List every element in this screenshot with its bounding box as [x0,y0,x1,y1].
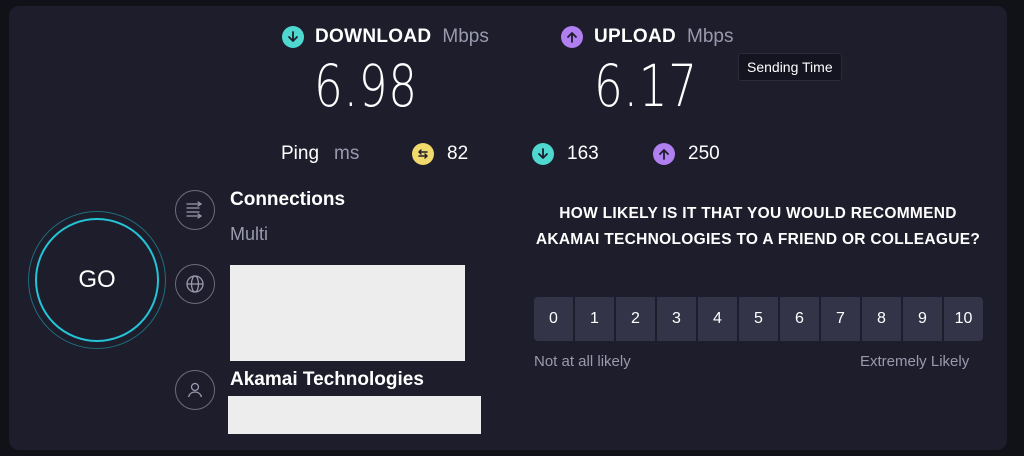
connections-title: Connections [230,189,346,210]
arrow-down-circle-icon [282,26,304,48]
ping-label: Ping [281,143,320,164]
upload-latency-icon [653,143,675,165]
upload-speed-value: 6.17 [594,52,698,120]
rating-option-8[interactable]: 8 [862,297,901,341]
rating-option-2[interactable]: 2 [616,297,655,341]
user-icon [175,370,215,410]
rating-option-4[interactable]: 4 [698,297,737,341]
provider-title: Akamai Technologies [230,369,424,390]
ping-download-value: 163 [567,143,599,164]
rating-option-6[interactable]: 6 [780,297,819,341]
scale-high-label: Extremely Likely [860,353,970,370]
rating-option-10[interactable]: 10 [944,297,983,341]
server-name-redacted [230,265,465,361]
upload-unit: Mbps [687,26,734,47]
upload-label: UPLOAD [594,26,677,47]
download-label: DOWNLOAD [315,26,432,47]
connections-icon [175,190,215,230]
rating-option-9[interactable]: 9 [903,297,942,341]
survey-question: HOW LIKELY IS IT THAT YOU WOULD RECOMMEN… [535,205,981,248]
rating-option-3[interactable]: 3 [657,297,696,341]
download-unit: Mbps [442,26,489,47]
rating-option-0[interactable]: 0 [534,297,573,341]
rating-option-7[interactable]: 7 [821,297,860,341]
rating-option-1[interactable]: 1 [575,297,614,341]
upload-header: UPLOAD Mbps [561,26,734,48]
go-button[interactable]: GO [35,218,159,342]
download-speed-value: 6.98 [314,52,418,120]
ping-unloaded-value: 82 [447,143,469,164]
rating-scale: 0 1 2 3 4 5 6 7 8 9 10 [534,297,983,341]
download-header: DOWNLOAD Mbps [282,26,489,48]
ping-upload-value: 250 [688,143,720,164]
rating-option-5[interactable]: 5 [739,297,778,341]
globe-icon [175,264,215,304]
provider-ip-redacted [228,396,481,434]
arrow-up-circle-icon [561,26,583,48]
unloaded-latency-icon [412,143,434,165]
connections-value: Multi [230,224,269,244]
scale-low-label: Not at all likely [534,353,631,370]
download-latency-icon [532,143,554,165]
sending-time-tooltip: Sending Time [738,53,842,81]
ping-unit: ms [334,143,360,164]
